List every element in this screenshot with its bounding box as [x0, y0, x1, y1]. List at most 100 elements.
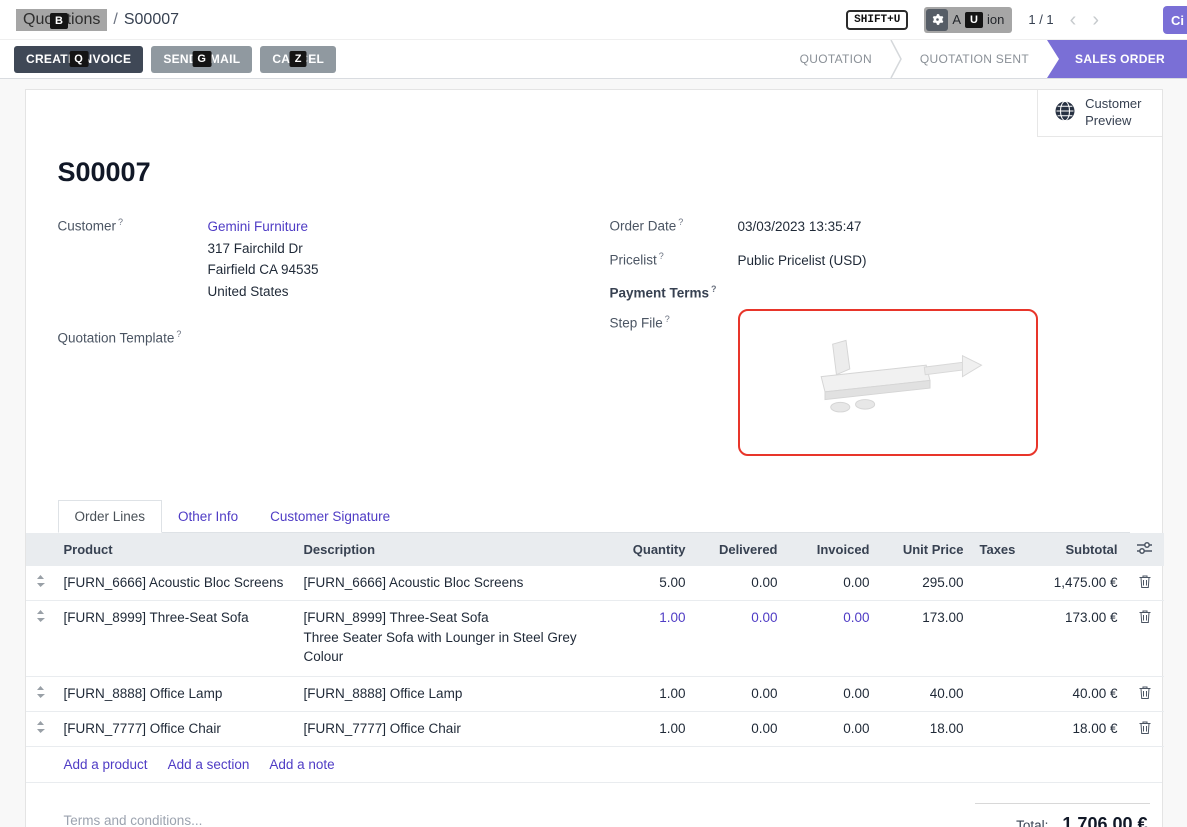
status-step-quotation[interactable]: QUOTATION	[782, 40, 890, 78]
column-delivered[interactable]: Delivered	[694, 533, 786, 566]
cell-description[interactable]: [FURN_8888] Office Lamp	[296, 676, 608, 711]
column-quantity[interactable]: Quantity	[608, 533, 694, 566]
cell-unit-price[interactable]: 173.00	[878, 600, 972, 676]
field-pricelist: Pricelist? Public Pricelist (USD)	[610, 250, 1130, 272]
cell-product[interactable]: [FURN_6666] Acoustic Bloc Screens	[56, 566, 296, 601]
send-email-button[interactable]: SEND EMAIL G	[151, 46, 252, 73]
help-icon: ?	[678, 217, 683, 227]
cell-taxes[interactable]	[972, 676, 1018, 711]
field-payment-terms: Payment Terms?	[610, 283, 1130, 301]
order-line-row[interactable]: [FURN_7777] Office Chair [FURN_7777] Off…	[26, 711, 1164, 746]
button-box: Customer Preview	[26, 90, 1162, 137]
create-invoice-button[interactable]: CREATE INVOICE Q	[14, 46, 143, 73]
cell-product[interactable]: [FURN_7777] Office Chair	[56, 711, 296, 746]
customer-preview-label: Customer Preview	[1085, 96, 1141, 130]
fields-right-column: Order Date? 03/03/2023 13:35:47 Pricelis…	[610, 216, 1130, 468]
column-unit-price[interactable]: Unit Price	[878, 533, 972, 566]
step-file-3d-render	[783, 327, 993, 437]
pricelist-label: Pricelist?	[610, 250, 738, 268]
cell-invoiced[interactable]: 0.00	[786, 600, 878, 676]
status-step-quotation-sent[interactable]: QUOTATION SENT	[902, 40, 1047, 78]
breadcrumb-record: S00007	[124, 11, 179, 29]
cell-taxes[interactable]	[972, 566, 1018, 601]
action-menu-button[interactable]: A U ion	[924, 7, 1012, 33]
cell-delivered[interactable]: 0.00	[694, 711, 786, 746]
cell-delivered[interactable]: 0.00	[694, 566, 786, 601]
order-line-row[interactable]: [FURN_6666] Acoustic Bloc Screens [FURN_…	[26, 566, 1164, 601]
help-icon: ?	[118, 217, 123, 227]
delete-row-icon[interactable]	[1126, 600, 1164, 676]
table-footer-links: Add a product Add a section Add a note	[26, 747, 1162, 783]
cell-taxes[interactable]	[972, 711, 1018, 746]
description-subline: Three Seater Sofa with Lounger in Steel …	[304, 628, 600, 667]
cell-unit-price[interactable]: 18.00	[878, 711, 972, 746]
cell-quantity[interactable]: 5.00	[608, 566, 694, 601]
delete-row-icon[interactable]	[1126, 566, 1164, 601]
pager-previous-icon[interactable]: ‹	[1070, 10, 1077, 30]
breadcrumb-quotations[interactable]: Quotations B	[16, 9, 107, 31]
add-note-link[interactable]: Add a note	[269, 757, 334, 772]
tab-order-lines[interactable]: Order Lines	[58, 500, 163, 533]
cancel-button[interactable]: CANCEL Z	[260, 46, 336, 73]
tab-other-info[interactable]: Other Info	[162, 501, 254, 532]
status-step-sales-order[interactable]: SALES ORDER	[1047, 40, 1187, 78]
pricelist-value[interactable]: Public Pricelist (USD)	[738, 250, 867, 272]
drag-handle-icon[interactable]	[26, 600, 56, 676]
notebook-tabs: Order Lines Other Info Customer Signatur…	[58, 500, 1130, 533]
cell-subtotal: 1,475.00 €	[1018, 566, 1126, 601]
add-product-link[interactable]: Add a product	[64, 757, 148, 772]
customer-link[interactable]: Gemini Furniture	[208, 219, 309, 234]
action-label-suffix: ion	[987, 12, 1004, 27]
handle-column-header	[26, 533, 56, 566]
cell-unit-price[interactable]: 40.00	[878, 676, 972, 711]
customer-address-line: Fairfield CA 94535	[208, 259, 319, 281]
cell-product[interactable]: [FURN_8999] Three-Seat Sofa	[56, 600, 296, 676]
order-date-value[interactable]: 03/03/2023 13:35:47	[738, 216, 862, 238]
cell-taxes[interactable]	[972, 600, 1018, 676]
cell-invoiced[interactable]: 0.00	[786, 676, 878, 711]
drag-handle-icon[interactable]	[26, 566, 56, 601]
cell-invoiced[interactable]: 0.00	[786, 711, 878, 746]
control-bar: CREATE INVOICE Q SEND EMAIL G CANCEL Z Q…	[0, 40, 1187, 79]
column-description[interactable]: Description	[296, 533, 608, 566]
cell-unit-price[interactable]: 295.00	[878, 566, 972, 601]
drag-handle-icon[interactable]	[26, 711, 56, 746]
record-title[interactable]: S00007	[58, 157, 1130, 188]
cell-description[interactable]: [FURN_7777] Office Chair	[296, 711, 608, 746]
cell-quantity[interactable]: 1.00	[608, 600, 694, 676]
order-line-row[interactable]: [FURN_8888] Office Lamp [FURN_8888] Offi…	[26, 676, 1164, 711]
cell-product[interactable]: [FURN_8888] Office Lamp	[56, 676, 296, 711]
shortcut-hint-b: B	[50, 13, 68, 29]
optional-columns-icon[interactable]	[1126, 533, 1164, 566]
column-taxes[interactable]: Taxes	[972, 533, 1018, 566]
delete-row-icon[interactable]	[1126, 676, 1164, 711]
drag-handle-icon[interactable]	[26, 676, 56, 711]
column-subtotal[interactable]: Subtotal	[1018, 533, 1126, 566]
cell-invoiced[interactable]: 0.00	[786, 566, 878, 601]
terms-and-conditions-input[interactable]: Terms and conditions...	[64, 803, 203, 827]
cell-quantity[interactable]: 1.00	[608, 676, 694, 711]
status-separator-icon	[890, 40, 902, 78]
tab-customer-signature[interactable]: Customer Signature	[254, 501, 406, 532]
cell-delivered[interactable]: 0.00	[694, 600, 786, 676]
delete-row-icon[interactable]	[1126, 711, 1164, 746]
clipped-purple-button[interactable]: Ci	[1163, 6, 1187, 34]
customer-address-line: 317 Fairchild Dr	[208, 238, 319, 260]
column-product[interactable]: Product	[56, 533, 296, 566]
column-invoiced[interactable]: Invoiced	[786, 533, 878, 566]
cell-description[interactable]: [FURN_6666] Acoustic Bloc Screens	[296, 566, 608, 601]
globe-icon	[1054, 100, 1076, 127]
customer-preview-button[interactable]: Customer Preview	[1037, 90, 1161, 137]
cell-subtotal: 18.00 €	[1018, 711, 1126, 746]
payment-terms-label: Payment Terms?	[610, 283, 738, 301]
cell-quantity[interactable]: 1.00	[608, 711, 694, 746]
breadcrumb-bar: Quotations B / S00007 SHIFT+U A U ion 1 …	[0, 0, 1187, 40]
step-file-preview[interactable]	[738, 309, 1038, 456]
order-line-row[interactable]: [FURN_8999] Three-Seat Sofa [FURN_8999] …	[26, 600, 1164, 676]
cell-description[interactable]: [FURN_8999] Three-Seat Sofa Three Seater…	[296, 600, 608, 676]
cell-delivered[interactable]: 0.00	[694, 676, 786, 711]
pager-next-icon[interactable]: ›	[1092, 10, 1099, 30]
quotation-template-label: Quotation Template?	[58, 328, 208, 346]
breadcrumb-separator: /	[113, 11, 117, 29]
add-section-link[interactable]: Add a section	[168, 757, 250, 772]
